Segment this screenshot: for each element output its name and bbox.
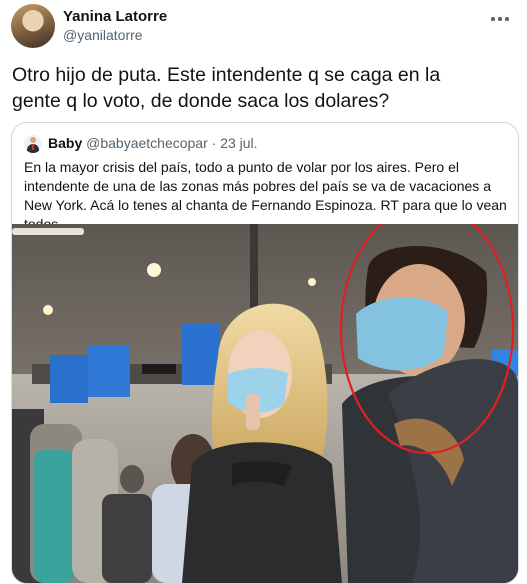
author-name[interactable]: Yanina Latorre: [63, 8, 167, 25]
quote-avatar[interactable]: [24, 135, 42, 153]
quote-author-handle[interactable]: @babyaetchecopar: [86, 135, 208, 151]
quote-date[interactable]: 23 jul.: [220, 135, 257, 151]
quote-header: Baby @babyaetchecopar · 23 jul.: [48, 135, 258, 151]
author-avatar[interactable]: [11, 4, 55, 48]
quoted-tweet[interactable]: Baby @babyaetchecopar · 23 jul. En la ma…: [11, 122, 519, 584]
quote-text: En la mayor crisis del país, todo a punt…: [24, 159, 507, 232]
quote-separator: ·: [211, 135, 217, 151]
quote-photo[interactable]: [12, 224, 518, 583]
tweet-text: Otro hijo de puta. Este intendente q se …: [12, 64, 441, 112]
author-handle[interactable]: @yanilatorre: [63, 27, 143, 43]
more-options-icon[interactable]: [486, 4, 514, 32]
quote-author-name[interactable]: Baby: [48, 135, 82, 151]
